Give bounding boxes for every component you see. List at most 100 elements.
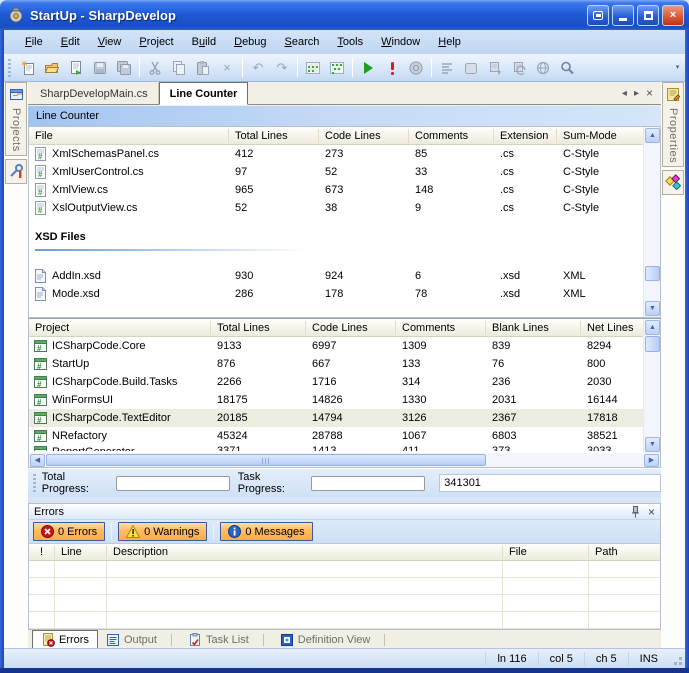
projects-vertical-scrollbar[interactable]: ▲ ▼ <box>643 319 660 453</box>
menu-item[interactable]: View <box>89 36 131 48</box>
new-file-button[interactable] <box>16 56 40 80</box>
pad-tab-task-list[interactable]: Task List <box>180 632 272 648</box>
menu-item[interactable]: Debug <box>225 36 275 48</box>
scroll-down-button[interactable]: ▼ <box>645 301 660 316</box>
file-row[interactable]: #XmlSchemasPanel.cs 412 273 85 .cs C-Sty… <box>29 145 643 163</box>
resize-grip[interactable] <box>669 652 683 666</box>
rebuild-button[interactable] <box>507 56 531 80</box>
pad-tab-errors[interactable]: Errors <box>32 630 98 648</box>
tab-line-counter[interactable]: Line Counter <box>159 82 249 105</box>
column-header-comments[interactable]: Comments <box>409 129 494 143</box>
column-header-description[interactable]: Description <box>107 546 503 559</box>
column-header-net-lines[interactable]: Net Lines <box>581 321 643 335</box>
scrollbar-thumb[interactable] <box>46 454 486 466</box>
file-row[interactable]: AddIn.xsd 930 924 6 .xsd XML <box>29 267 643 285</box>
save-button[interactable] <box>88 56 112 80</box>
column-header-comments[interactable]: Comments <box>396 321 486 335</box>
minimize-button[interactable] <box>612 5 634 26</box>
close-button[interactable]: × <box>662 5 684 26</box>
menu-item[interactable]: Help <box>429 36 470 48</box>
projects-horizontal-scrollbar[interactable]: ◀ ▶ <box>29 453 660 467</box>
column-header-extension[interactable]: Extension <box>494 129 557 143</box>
run-button[interactable] <box>356 56 380 80</box>
tab-close-button[interactable]: × <box>646 86 653 100</box>
column-header-severity[interactable]: ! <box>29 546 55 559</box>
column-header-project[interactable]: Project <box>29 321 211 335</box>
errors-close-icon[interactable]: × <box>648 505 655 519</box>
file-row[interactable]: #XslOutputView.cs 52 38 9 .cs C-Style <box>29 199 643 217</box>
sidebar-tab-classes[interactable] <box>662 170 684 195</box>
project-row[interactable]: #NRefactory 45324 28788 1067 6803 38521 <box>29 427 643 445</box>
column-header-path[interactable]: Path <box>589 546 660 559</box>
sidebar-tab-tools[interactable] <box>5 159 27 184</box>
file-row[interactable]: #XmlView.cs 965 673 148 .cs C-Style <box>29 181 643 199</box>
column-header-total-lines[interactable]: Total Lines <box>211 321 306 335</box>
list-button[interactable] <box>435 56 459 80</box>
column-header-file[interactable]: File <box>29 129 229 143</box>
uncomment-region-button[interactable] <box>325 56 349 80</box>
float-window-button[interactable] <box>587 5 609 26</box>
file-row[interactable]: #XmlUserControl.cs 97 52 33 .cs C-Style <box>29 163 643 181</box>
column-header-file[interactable]: File <box>503 546 589 559</box>
scroll-right-button[interactable]: ▶ <box>644 454 659 467</box>
toolbar-overflow-button[interactable]: ▾ <box>672 56 683 80</box>
project-row[interactable]: #WinFormsUI 18175 14826 1330 2031 16144 <box>29 391 643 409</box>
errors-filter-button[interactable]: 0 Errors <box>33 522 105 541</box>
project-row[interactable]: #StartUp 876 667 133 76 800 <box>29 355 643 373</box>
menu-item[interactable]: Project <box>130 36 182 48</box>
paste-button[interactable] <box>191 56 215 80</box>
project-row[interactable]: #ICSharpCode.TextEditor 20185 14794 3126… <box>29 409 643 427</box>
copy-button[interactable] <box>167 56 191 80</box>
scroll-up-button[interactable]: ▲ <box>645 320 660 335</box>
build-button[interactable] <box>483 56 507 80</box>
menu-item[interactable]: Search <box>276 36 329 48</box>
line-count-value-box[interactable]: 341301 <box>439 474 661 492</box>
project-row[interactable]: #ICSharpCode.Core 9133 6997 1309 839 829… <box>29 337 643 355</box>
project-row[interactable]: #ICSharpCode.Build.Tasks 2266 1716 314 2… <box>29 373 643 391</box>
scroll-down-button[interactable]: ▼ <box>645 437 660 452</box>
abort-button[interactable] <box>380 56 404 80</box>
cut-button[interactable] <box>143 56 167 80</box>
files-vertical-scrollbar[interactable]: ▲ ▼ <box>643 127 660 317</box>
redo-button[interactable]: ↷ <box>270 56 294 80</box>
menu-item[interactable]: Build <box>183 36 225 48</box>
delete-button[interactable]: × <box>215 56 239 80</box>
pad-tab-definition-view[interactable]: Definition View <box>272 632 394 648</box>
menu-item[interactable]: File <box>16 36 52 48</box>
menu-item[interactable]: Edit <box>52 36 89 48</box>
file-row[interactable]: Mode.xsd 286 178 78 .xsd XML <box>29 285 643 303</box>
record-button[interactable] <box>404 56 428 80</box>
column-header-total-lines[interactable]: Total Lines <box>229 129 319 143</box>
project-row[interactable]: #ReportGenerator 3371 1413 411 373 3033 <box>29 445 643 451</box>
column-header-line[interactable]: Line <box>55 546 107 559</box>
menu-item[interactable]: Tools <box>328 36 372 48</box>
tab-scroll-forward-button[interactable]: ▸ <box>634 88 639 99</box>
comment-region-button[interactable] <box>301 56 325 80</box>
toolbar-grip[interactable] <box>8 59 11 77</box>
shape-button[interactable] <box>459 56 483 80</box>
column-header-blank-lines[interactable]: Blank Lines <box>486 321 581 335</box>
undo-button[interactable]: ↶ <box>246 56 270 80</box>
open-folder-button[interactable] <box>40 56 64 80</box>
sidebar-tab-projects[interactable]: Projects <box>5 82 27 156</box>
pad-tab-output[interactable]: Output <box>98 632 180 648</box>
messages-filter-button[interactable]: 0 Messages <box>220 522 312 541</box>
pin-icon[interactable] <box>631 506 640 518</box>
save-all-button[interactable] <box>112 56 136 80</box>
tab-scroll-back-button[interactable]: ◂ <box>622 88 627 99</box>
maximize-button[interactable] <box>637 5 659 26</box>
scrollbar-thumb[interactable] <box>645 336 660 352</box>
scroll-left-button[interactable]: ◀ <box>30 454 45 467</box>
progress-strip-grip[interactable] <box>33 474 36 492</box>
tab-sharpdevelopmain[interactable]: SharpDevelopMain.cs <box>30 83 159 104</box>
menu-item[interactable]: Window <box>372 36 429 48</box>
sidebar-tab-properties[interactable]: Properties <box>662 82 684 167</box>
scroll-up-button[interactable]: ▲ <box>645 128 660 143</box>
column-header-code-lines[interactable]: Code Lines <box>306 321 396 335</box>
scrollbar-thumb[interactable] <box>645 266 660 281</box>
web-search-button[interactable] <box>531 56 555 80</box>
column-header-sum-mode[interactable]: Sum-Mode <box>557 129 643 143</box>
open-document-button[interactable] <box>64 56 88 80</box>
column-header-code-lines[interactable]: Code Lines <box>319 129 409 143</box>
find-button[interactable] <box>555 56 579 80</box>
